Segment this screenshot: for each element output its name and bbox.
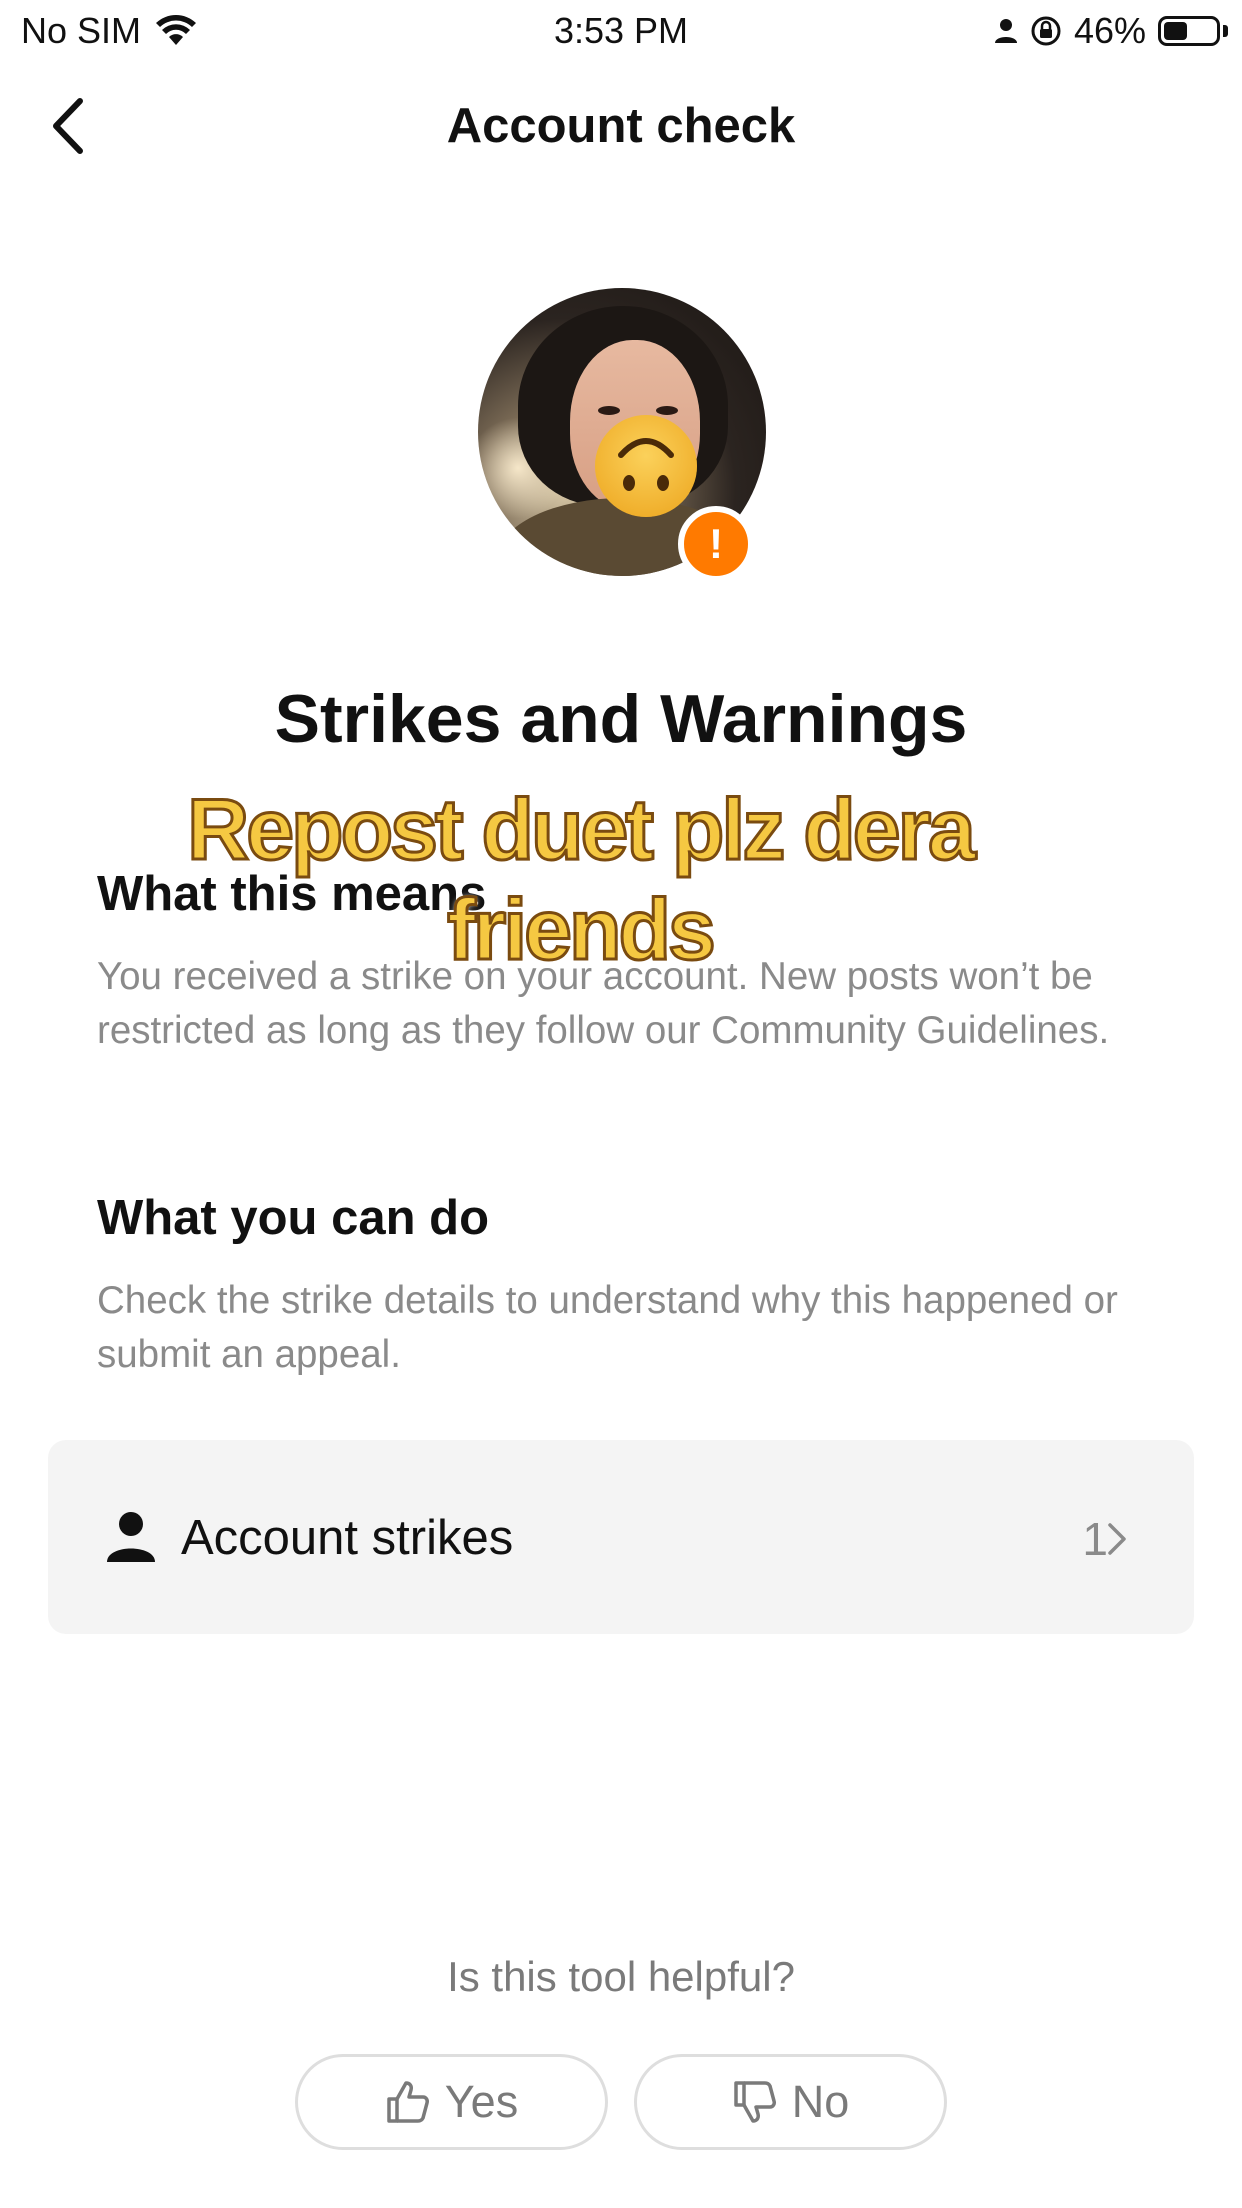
section-title-what-you-can-do: What you can do (97, 1191, 489, 1245)
yes-button[interactable]: Yes (295, 2054, 608, 2150)
overlay-caption: Repost duet plz dera friends (186, 781, 978, 980)
upside-down-face-emoji-icon (595, 415, 697, 517)
thumbs-up-icon (387, 2081, 429, 2123)
warning-badge: ! (678, 506, 754, 582)
account-strikes-row[interactable]: Account strikes 1 (48, 1440, 1194, 1634)
battery-fill (1164, 22, 1187, 40)
account-check-screen: No SIM 3:53 PM 46% Account check ! Strik… (0, 0, 1242, 2208)
nav-bar: Account check (0, 80, 1242, 170)
no-label: No (791, 2076, 850, 2127)
yes-label: Yes (444, 2076, 519, 2127)
avatar-container: ! (478, 288, 766, 582)
chevron-right-icon (1108, 1523, 1126, 1555)
status-right: 46% (982, 10, 1228, 52)
status-bar: No SIM 3:53 PM 46% (0, 0, 1242, 64)
account-strikes-label: Account strikes (181, 1511, 514, 1565)
orientation-lock-icon (1031, 16, 1061, 46)
battery-percent: 46% (1073, 10, 1146, 51)
battery-cap (1223, 25, 1228, 37)
page-title: Account check (446, 99, 796, 153)
helpful-question: Is this tool helpful? (447, 1953, 795, 2000)
person-icon (107, 1512, 155, 1562)
no-button[interactable]: No (634, 2054, 947, 2150)
account-strikes-count: 1 (1082, 1513, 1108, 1565)
strikes-heading: Strikes and Warnings (274, 681, 968, 757)
battery-icon (1158, 16, 1220, 46)
section-body-what-you-can-do: Check the strike details to understand w… (97, 1279, 1118, 1376)
person-status-icon (994, 19, 1017, 43)
thumbs-down-icon (733, 2081, 776, 2123)
